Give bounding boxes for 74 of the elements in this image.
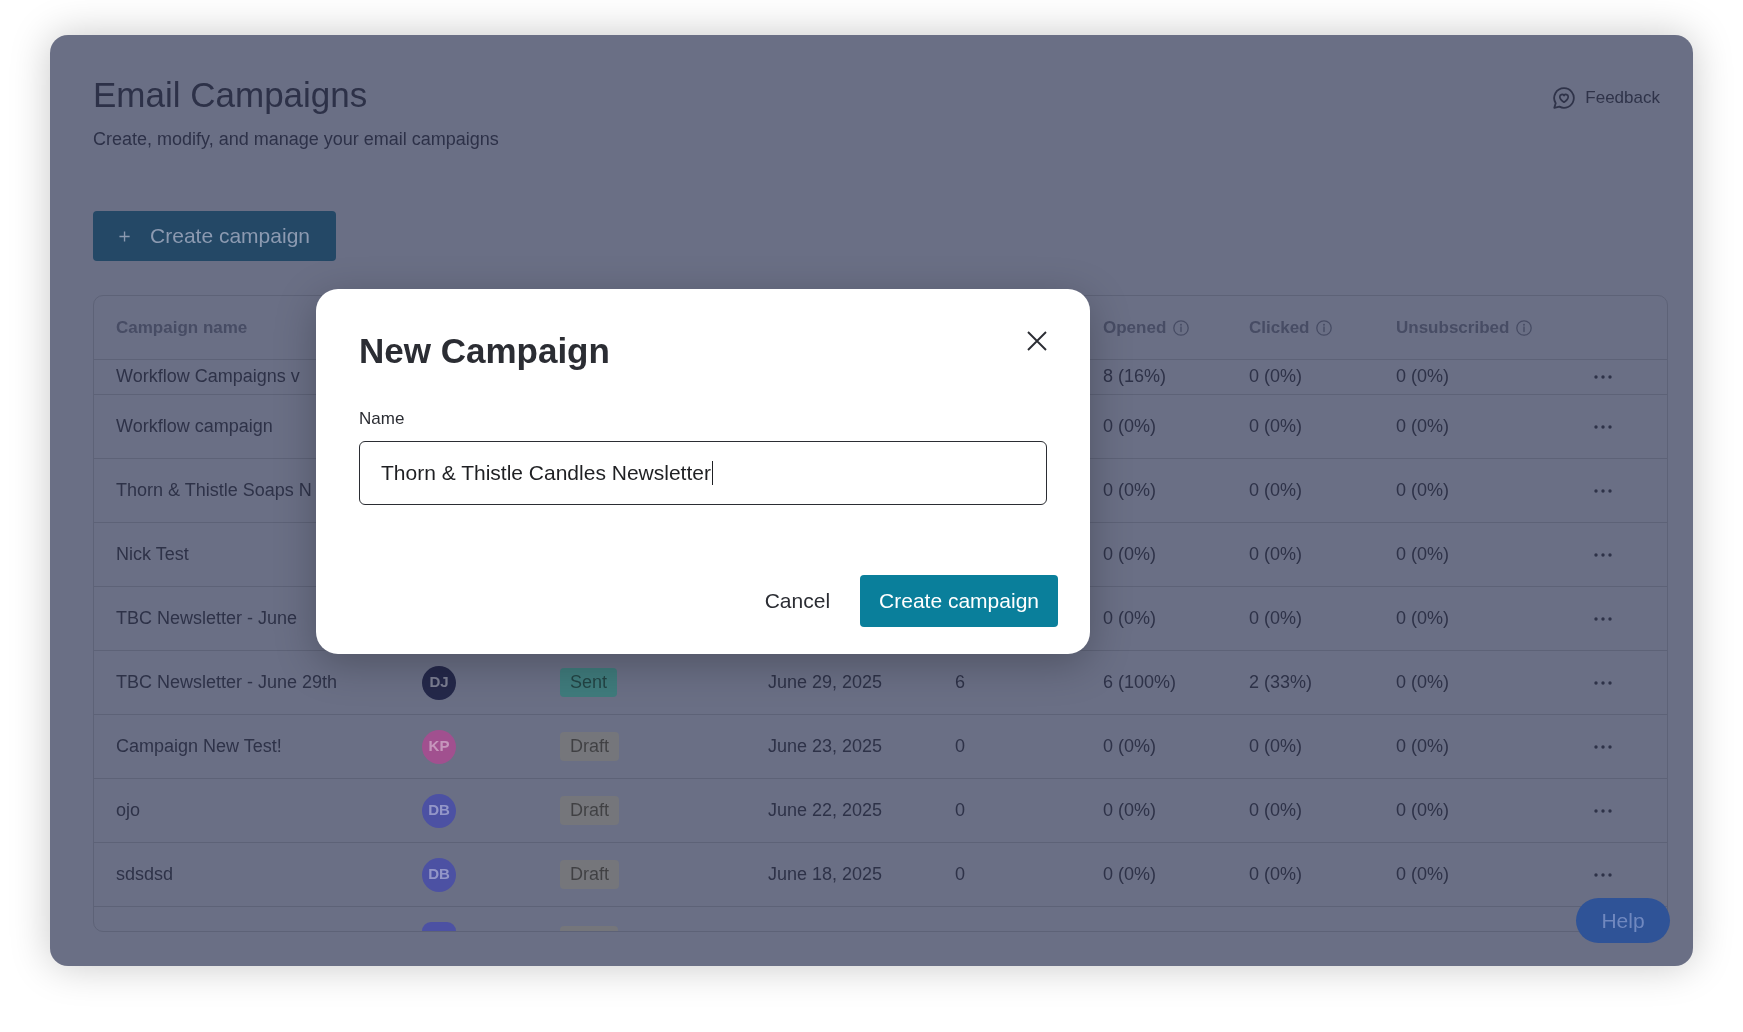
clicked-count: 0 (0%): [1249, 607, 1302, 628]
opened-count: 0 (0%): [1103, 479, 1156, 500]
recipients-count: 0: [955, 735, 965, 756]
more-options-icon: [1594, 680, 1612, 685]
plus-icon: [119, 229, 131, 243]
page-title: Email Campaigns: [93, 74, 368, 116]
unsubscribed-count: 0 (0%): [1396, 415, 1449, 436]
opened-count: 0 (0%): [1103, 543, 1156, 564]
campaign-name: Nick Test: [116, 543, 189, 564]
recipients-count: 6: [955, 671, 965, 692]
campaign-name: Thorn & Thistle Soaps N: [116, 479, 312, 500]
unsubscribed-count: 0 (0%): [1396, 735, 1449, 756]
feedback-button[interactable]: Feedback: [1553, 85, 1660, 111]
name-field[interactable]: Thorn & Thistle Candles Newsletter: [359, 441, 1047, 505]
campaign-name: Campaign New Test!: [116, 735, 282, 756]
unsubscribed-count: 0 (0%): [1396, 671, 1449, 692]
clicked-count: 0 (0%): [1249, 366, 1302, 386]
close-button[interactable]: [1027, 331, 1047, 351]
clicked-count: 0 (0%): [1249, 543, 1302, 564]
status-badge: Draft: [560, 732, 619, 761]
dialog-title: New Campaign: [359, 330, 610, 372]
unsubscribed-count: 0 (0%): [1396, 607, 1449, 628]
campaign-name: Workflow Campaigns v: [116, 366, 300, 386]
campaign-name: ojo: [116, 799, 141, 820]
opened-count: 0 (0%): [1103, 607, 1156, 628]
feedback-icon: [1553, 86, 1576, 109]
opened-count: 8 (16%): [1103, 366, 1167, 386]
close-icon: [1027, 331, 1047, 351]
avatar: DJ: [422, 665, 456, 700]
more-options-icon: [1594, 616, 1612, 621]
unsubscribed-count: 0 (0%): [1396, 479, 1449, 500]
avatar: DB: [422, 793, 456, 828]
recipients-count: 0: [955, 863, 965, 884]
opened-count: 0 (0%): [1103, 863, 1156, 884]
avatar: DB: [422, 857, 456, 892]
clicked-count: 2 (33%): [1249, 671, 1313, 692]
opened-count: 0 (0%): [1103, 799, 1156, 820]
more-options-icon: [1594, 872, 1612, 877]
opened-count: 0 (0%): [1103, 735, 1156, 756]
more-options-icon: [1594, 744, 1612, 749]
more-options-icon: [1594, 552, 1612, 557]
clicked-count: 0 (0%): [1249, 799, 1302, 820]
unsubscribed-count: 0 (0%): [1396, 366, 1449, 386]
campaign-date: June 23, 2025: [768, 735, 883, 756]
clicked-count: 0 (0%): [1249, 415, 1302, 436]
unsubscribed-count: 0 (0%): [1396, 543, 1449, 564]
unsubscribed-count: 0 (0%): [1396, 863, 1449, 884]
create-campaign-button[interactable]: Create campaign: [93, 211, 336, 261]
campaign-date: June 22, 2025: [768, 799, 883, 820]
create-campaign-button[interactable]: Create campaign: [860, 575, 1058, 627]
campaign-date: June 29, 2025: [768, 671, 883, 692]
campaign-name: sdsdsd: [116, 863, 174, 884]
campaign-name: Workflow campaign: [116, 415, 273, 436]
more-options-icon: [1594, 424, 1612, 429]
page-subtitle: Create, modify, and manage your email campaigns: [93, 128, 499, 151]
opened-count: 0 (0%): [1103, 415, 1156, 436]
status-badge: Draft: [560, 796, 619, 825]
cancel-button[interactable]: Cancel: [756, 575, 839, 627]
clicked-count: 0 (0%): [1249, 479, 1302, 500]
clicked-count: 0 (0%): [1249, 735, 1302, 756]
clicked-count: 0 (0%): [1249, 863, 1302, 884]
campaign-name: TBC Newsletter - June 29th: [116, 671, 338, 692]
campaign-date: June 18, 2025: [768, 863, 883, 884]
opened-count: 6 (100%): [1103, 671, 1177, 692]
unsubscribed-count: 0 (0%): [1396, 799, 1449, 820]
campaign-name: TBC Newsletter - June: [116, 607, 298, 628]
avatar: KP: [422, 729, 456, 764]
more-options-icon: [1594, 808, 1612, 813]
recipients-count: 0: [955, 799, 965, 820]
field-label: Name: [359, 408, 405, 430]
more-options-icon: [1594, 488, 1612, 493]
text-cursor-icon: [711, 461, 714, 485]
status-badge: Draft: [560, 860, 619, 889]
more-options-icon: [1594, 375, 1612, 379]
